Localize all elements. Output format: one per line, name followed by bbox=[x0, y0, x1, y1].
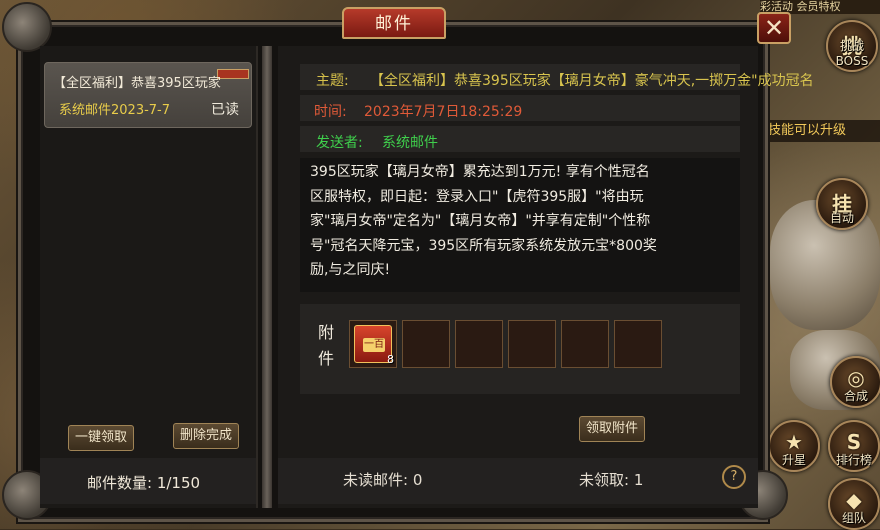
sender-row bbox=[300, 126, 740, 152]
claim-all-button[interactable]: 一键领取 bbox=[68, 425, 134, 451]
subject-label: 主题: bbox=[316, 73, 349, 89]
ranking-button[interactable]: S 排行榜 bbox=[828, 420, 880, 472]
window-title: 邮件 bbox=[342, 7, 446, 39]
attachment-label-char: 附 bbox=[317, 323, 334, 342]
sender-label: 发送者: bbox=[316, 135, 363, 151]
attachment-slot-empty[interactable] bbox=[561, 320, 609, 368]
auto-label: 自动 bbox=[829, 211, 854, 225]
subject-text: 【全区福利】恭喜395区玩家【璃月女帝】豪气冲天,一掷万金"成功冠名 bbox=[370, 73, 814, 89]
attachment-slot-empty[interactable] bbox=[508, 320, 556, 368]
synthesis-label: 合成 bbox=[843, 389, 868, 403]
time-text: 2023年7月7日18:25:29 bbox=[364, 104, 523, 120]
unclaimed-count: 未领取: 1 bbox=[579, 471, 644, 489]
mail-item-subject: 【全区福利】恭喜395区玩家 bbox=[53, 76, 221, 91]
help-icon[interactable]: ? bbox=[722, 465, 746, 489]
boss-challenge-label: 挑战BOSS bbox=[835, 39, 869, 68]
sender-text: 系统邮件 bbox=[382, 135, 438, 151]
mail-item-date: 系统邮件2023-7-7 bbox=[59, 103, 171, 118]
unread-count: 未读邮件: 0 bbox=[343, 471, 423, 489]
time-label: 时间: bbox=[314, 104, 347, 120]
attachment-count: 8 bbox=[387, 353, 394, 366]
panel-divider bbox=[262, 46, 272, 508]
star-upgrade-button[interactable]: ★ 升星 bbox=[768, 420, 820, 472]
attachment-slot-empty[interactable] bbox=[402, 320, 450, 368]
mail-body-text: 395区玩家【璃月女帝】累充达到1万元! 享有个性冠名区服特权，即日起：登录入口… bbox=[310, 164, 657, 278]
attachment-label: 附 件 bbox=[316, 320, 336, 372]
boss-challenge-button[interactable]: 挑 挑战BOSS bbox=[826, 20, 878, 72]
team-button[interactable]: ◆ 组队 bbox=[828, 478, 880, 530]
attachment-slot[interactable]: 一百 8 bbox=[349, 320, 397, 368]
frame-corner-ornament bbox=[2, 2, 52, 52]
envelope-seal: 一百 bbox=[363, 338, 385, 352]
team-label: 组队 bbox=[841, 511, 866, 525]
delete-completed-button[interactable]: 删除完成 bbox=[173, 423, 239, 449]
claim-attachment-button[interactable]: 领取附件 bbox=[579, 416, 645, 442]
attachment-slot-empty[interactable] bbox=[455, 320, 503, 368]
synthesis-button[interactable]: ◎ 合成 bbox=[830, 356, 880, 408]
ranking-label: 排行榜 bbox=[835, 453, 872, 467]
new-badge-icon bbox=[217, 69, 249, 79]
close-button[interactable]: ✕ bbox=[757, 12, 791, 44]
attachment-label-char: 件 bbox=[317, 349, 334, 368]
skill-upgrade-hint[interactable]: 技能可以升级 bbox=[762, 120, 880, 142]
mail-item-status: 已读 bbox=[211, 102, 239, 118]
mail-list-item[interactable]: 【全区福利】恭喜395区玩家 系统邮件2023-7-7 已读 bbox=[44, 62, 252, 128]
star-upgrade-label: 升星 bbox=[781, 453, 806, 467]
attachment-slot-empty[interactable] bbox=[614, 320, 662, 368]
auto-button[interactable]: 挂 自动 bbox=[816, 178, 868, 230]
mail-count: 邮件数量: 1/150 bbox=[87, 474, 201, 492]
